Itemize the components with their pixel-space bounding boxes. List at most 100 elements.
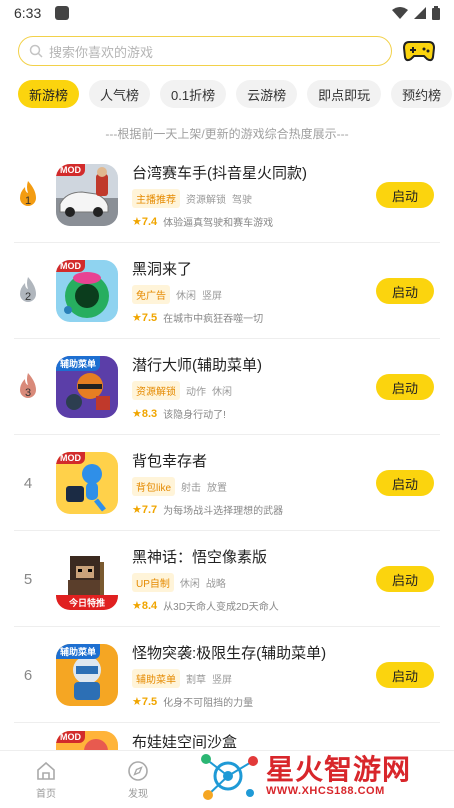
start-button[interactable]: 启动 (376, 662, 434, 688)
genre-tag: 射击 (181, 482, 202, 494)
start-button[interactable]: 启动 (376, 470, 434, 496)
game-title: 怪物突袭:极限生存(辅助菜单) (132, 644, 327, 662)
watermark-url: WWW.XHCS188.COM (266, 785, 385, 797)
icon-label-badge: MOD (56, 164, 85, 176)
rank-indicator: 3 (0, 372, 56, 402)
game-description: 化身不可阻挡的力量 (163, 697, 254, 709)
search-input[interactable]: 搜索你喜欢的游戏 (18, 36, 392, 66)
icon-label-badge: 辅助菜单 (56, 356, 101, 371)
game-icon[interactable]: 辅助菜单 (56, 356, 118, 418)
nav-home-label: 首页 (36, 788, 56, 800)
rank-number: 1 (25, 195, 31, 207)
rank-indicator: 5 (0, 571, 56, 588)
watermark-title: 星火智游网 (266, 754, 412, 785)
game-info: 潜行大师(辅助菜单) 资源解锁 动作 休闲 ★8.3 该隐身行动了! (118, 354, 376, 421)
game-row[interactable]: 3 辅助菜单 潜行大师(辅助菜单) 资源解锁 动作 休闲 ★8.3 该隐身行动了! 启动 (0, 339, 454, 435)
genre-tag: 休闲 (212, 386, 232, 398)
game-meta: ★8.4 从3D天命人变成2D天命人 (132, 598, 376, 613)
rank-number: 6 (23, 666, 33, 684)
nav-discover[interactable]: 发现 (92, 760, 184, 800)
search-icon (29, 44, 43, 58)
ranking-tabs: 新游榜 人气榜 0.1折榜 云游榜 即点即玩 预约榜 (0, 66, 454, 108)
gamepad-button[interactable] (402, 36, 436, 66)
game-title: 黑神话：悟空像素版 (132, 548, 268, 566)
start-button[interactable]: 启动 (376, 566, 434, 592)
feature-badge: 辅助菜单 (132, 668, 180, 688)
compass-icon (128, 760, 148, 781)
gamepad-icon (403, 41, 435, 62)
game-description: 该隐身行动了! (163, 409, 226, 421)
game-info: 背包幸存者 背包like 射击 放置 ★7.7 为每场战斗选择理想的武器 (118, 450, 376, 517)
game-meta: ★7.5 在城市中疯狂吞噬一切 (132, 310, 376, 325)
genre-tag: 休闲 (179, 578, 200, 590)
tab-3[interactable]: 云游榜 (236, 80, 298, 108)
rank-number: 5 (23, 570, 33, 588)
status-time: 6:33 (14, 5, 42, 21)
tab-2[interactable]: 0.1折榜 (160, 80, 227, 108)
start-button[interactable]: 启动 (376, 278, 434, 304)
start-button[interactable]: 启动 (376, 374, 434, 400)
genre-tag: 放置 (207, 482, 228, 494)
battery-icon (432, 6, 440, 20)
rank-number: 3 (25, 387, 31, 399)
rank-indicator: 1 (0, 180, 56, 210)
genre-tag: 竖屏 (212, 674, 232, 686)
game-title: 背包幸存者 (132, 452, 208, 470)
star-icon: ★ (132, 695, 142, 708)
game-icon[interactable]: MOD (56, 452, 118, 514)
game-tags: 主播推荐 资源解锁 驾驶 (132, 188, 376, 208)
icon-label-badge: MOD (56, 260, 85, 272)
tab-1[interactable]: 人气榜 (89, 80, 151, 108)
home-icon (37, 761, 55, 780)
game-meta: ★8.3 该隐身行动了! (132, 406, 376, 421)
nav-discover-label: 发现 (128, 788, 148, 800)
game-tags: 辅助菜单 割草 竖屏 (132, 668, 376, 688)
rank-number: 2 (25, 291, 31, 303)
game-score: 7.5 (141, 695, 158, 708)
game-info: 黑洞来了 免广告 休闲 竖屏 ★7.5 在城市中疯狂吞噬一切 (118, 258, 376, 325)
genre-tag: 资源解锁 (186, 194, 226, 206)
game-info: 台湾赛车手(抖音星火同款) 主播推荐 资源解锁 驾驶 ★7.4 体验逼真驾驶和赛车游戏 (118, 162, 376, 229)
signal-icon (414, 7, 426, 19)
game-score: 8.4 (141, 599, 158, 612)
genre-tag: 驾驶 (232, 194, 252, 206)
game-row[interactable]: 4 MOD 背包幸存者 背包like 射击 放置 ★7.7 为每场战斗选择理想的武器 启动 (0, 435, 454, 531)
game-tags: UP自制 休闲 战略 (132, 572, 376, 592)
tab-4[interactable]: 即点即玩 (307, 80, 382, 108)
game-row[interactable]: 1 MOD 台湾赛车手(抖音星火同款) 主播推荐 资源解锁 驾驶 ★7.4 体验逼真驾驶和赛车… (0, 147, 454, 243)
feature-badge: 免广告 (132, 284, 170, 304)
icon-label-badge: 辅助菜单 (56, 644, 101, 659)
tab-0[interactable]: 新游榜 (18, 80, 80, 108)
feature-badge: UP自制 (132, 572, 174, 592)
game-tags: 背包like 射击 放置 (132, 476, 376, 496)
wifi-icon (392, 7, 408, 19)
game-description: 体验逼真驾驶和赛车游戏 (163, 217, 274, 229)
game-score: 7.7 (141, 503, 158, 516)
molecule-logo-icon (201, 754, 258, 800)
star-icon: ★ (132, 311, 142, 324)
game-row[interactable]: 5 今日特推 黑神话：悟空像素版 UP自制 休闲 战略 ★8.4 从3D天命人变成2D天命人 启… (0, 531, 454, 627)
watermark-logo: 星火智游网 WWW.XHCS188.COM (198, 750, 448, 802)
game-info: 黑神话：悟空像素版 UP自制 休闲 战略 ★8.4 从3D天命人变成2D天命人 (118, 546, 376, 613)
tab-5[interactable]: 预约榜 (391, 80, 453, 108)
star-icon: ★ (132, 407, 142, 420)
game-title: 台湾赛车手(抖音星火同款) (132, 164, 307, 182)
game-icon[interactable]: 今日特推 (56, 548, 118, 610)
notification-icon (55, 6, 70, 20)
game-icon[interactable]: MOD (56, 260, 118, 322)
genre-tag: 动作 (186, 386, 206, 398)
game-description: 从3D天命人变成2D天命人 (163, 601, 279, 613)
game-score: 7.5 (141, 311, 158, 324)
game-row[interactable]: 6 辅助菜单 怪物突袭:极限生存(辅助菜单) 辅助菜单 割草 竖屏 ★7.5 化身不可阻挡的力… (0, 627, 454, 723)
genre-tag: 竖屏 (202, 290, 222, 302)
game-icon[interactable]: MOD (56, 164, 118, 226)
icon-label-badge: MOD (56, 452, 85, 464)
star-icon: ★ (132, 215, 142, 228)
feature-badge: 资源解锁 (132, 380, 180, 400)
icon-label-badge: MOD (56, 731, 85, 743)
start-button[interactable]: 启动 (376, 182, 434, 208)
game-meta: ★7.5 化身不可阻挡的力量 (132, 694, 376, 709)
game-icon[interactable]: 辅助菜单 (56, 644, 118, 706)
nav-home[interactable]: 首页 (0, 760, 92, 800)
game-row[interactable]: 2 MOD 黑洞来了 免广告 休闲 竖屏 ★7.5 在城市中疯狂吞噬一切 启动 (0, 243, 454, 339)
